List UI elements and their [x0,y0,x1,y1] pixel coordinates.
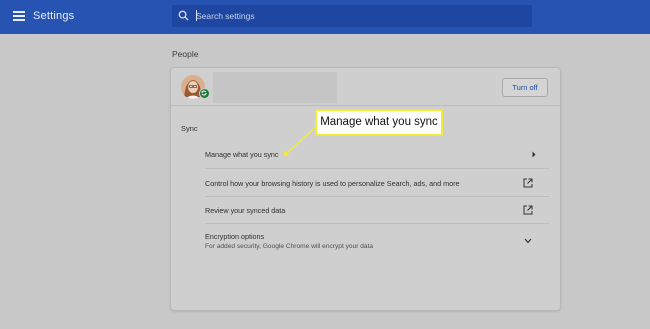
sync-item-review-data[interactable]: Review your synced data [205,196,549,223]
search-box[interactable] [172,5,532,27]
search-input[interactable] [196,9,516,23]
sync-item-label: Review your synced data [205,206,286,215]
section-title-people: People [172,49,199,59]
chevron-down-icon [524,238,532,244]
profile-row: Turn off [171,68,560,106]
sync-label: Sync [181,124,198,133]
callout-label: Manage what you sync [315,109,443,136]
sync-item-label: Encryption options [205,232,265,241]
top-app-bar: Settings [0,0,650,34]
external-link-icon [523,205,533,215]
hamburger-menu-icon[interactable] [13,11,25,21]
sync-badge-icon [199,88,210,99]
sync-item-label: Manage what you sync [205,150,279,159]
search-icon [178,10,189,21]
sync-item-label: Control how your browsing history is use… [205,179,460,188]
chevron-right-icon [532,151,536,158]
sync-item-browsing-history[interactable]: Control how your browsing history is use… [205,168,549,196]
sync-item-encryption[interactable]: Encryption options For added security, G… [205,223,549,259]
external-link-icon [523,178,533,188]
people-card: Turn off Sync Manage what you sync Contr… [171,68,560,310]
sync-item-manage[interactable]: Manage what you sync [205,140,549,168]
turn-off-button[interactable]: Turn off [502,78,548,97]
account-name-redacted [213,72,337,103]
app-title: Settings [33,10,75,22]
sync-item-sublabel: For added security, Google Chrome will e… [205,243,374,250]
